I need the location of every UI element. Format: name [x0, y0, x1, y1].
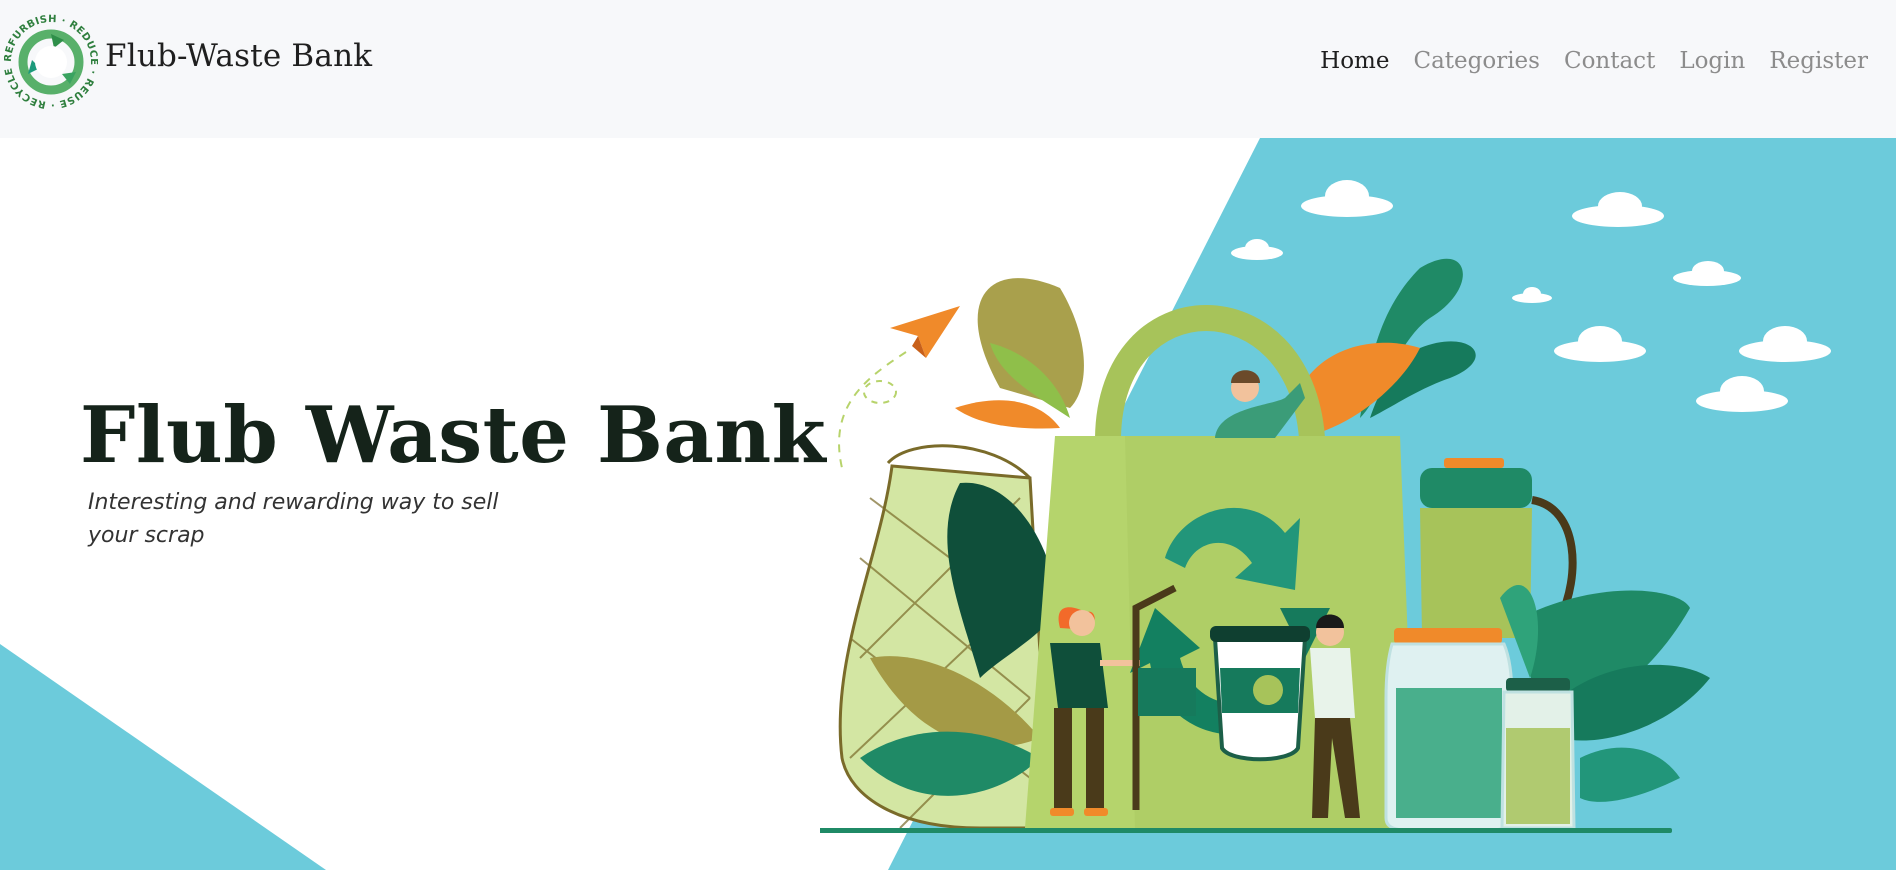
eco-bag-illustration [820, 180, 1831, 833]
recycle-arrows-icon [18, 29, 84, 95]
main-nav: Home Categories Contact Login Register [1296, 48, 1868, 74]
nav-categories[interactable]: Categories [1413, 48, 1540, 74]
nav-contact[interactable]: Contact [1564, 48, 1655, 74]
navbar: REFURBISH · REDUCE · REUSE · RECYCLE · F… [0, 0, 1896, 138]
paper-plane-icon [838, 306, 960, 469]
hero-subtitle: Interesting and rewarding way to sell yo… [88, 490, 499, 548]
hero-section: Flub Waste Bank Interesting and rewardin… [0, 138, 1896, 870]
hero-title: Flub Waste Bank [80, 390, 827, 481]
ground-line [820, 828, 1672, 833]
nav-login[interactable]: Login [1679, 48, 1745, 74]
nav-home[interactable]: Home [1320, 48, 1389, 74]
brand-name[interactable]: Flub-Waste Bank [105, 38, 372, 74]
brand-logo[interactable]: REFURBISH · REDUCE · REUSE · RECYCLE · [4, 10, 98, 114]
nav-register[interactable]: Register [1769, 48, 1868, 74]
